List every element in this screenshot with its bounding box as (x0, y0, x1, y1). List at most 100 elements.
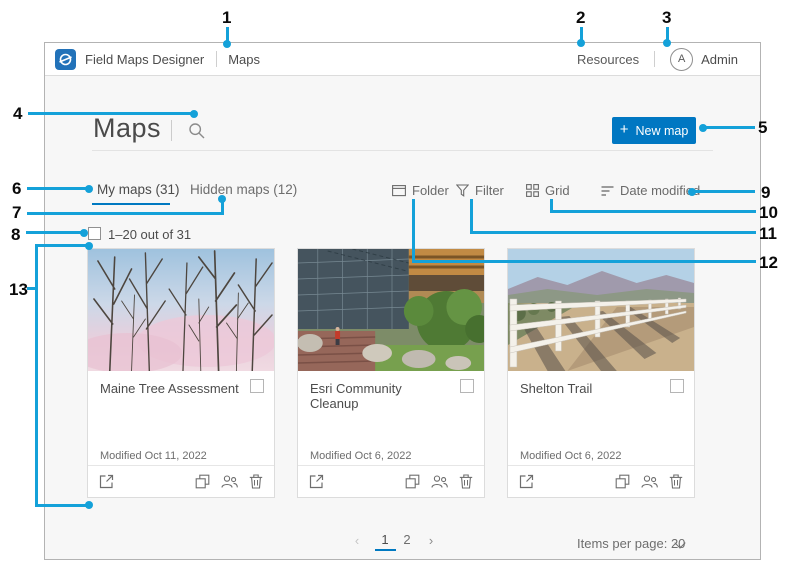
card-title: Shelton Trail (520, 381, 660, 396)
open-map-icon[interactable] (519, 474, 534, 489)
folder-button[interactable]: Folder (392, 183, 449, 198)
share-group-icon[interactable] (641, 474, 658, 489)
callout-dot-8 (80, 229, 88, 237)
title-rule (92, 150, 713, 151)
user-name-label[interactable]: Admin (701, 52, 738, 67)
open-map-icon[interactable] (99, 474, 114, 489)
map-card-esri-community-cleanup[interactable]: Esri Community Cleanup Modified Oct 6, 2… (297, 248, 485, 498)
share-group-icon[interactable] (221, 474, 238, 489)
duplicate-icon[interactable] (405, 474, 420, 489)
callout-dot-6 (85, 185, 93, 193)
delete-icon[interactable] (669, 474, 683, 489)
nav-item-resources[interactable]: Resources (577, 52, 639, 67)
nav-item-maps[interactable]: Maps (228, 52, 260, 67)
callout-line-11b (470, 231, 756, 234)
callout-dot-3 (663, 39, 671, 47)
filter-label: Filter (475, 183, 504, 198)
new-map-button[interactable]: + New map (612, 117, 696, 144)
open-map-icon[interactable] (309, 474, 324, 489)
pagination-page-1[interactable]: 1 (378, 532, 392, 547)
callout-line-11a (470, 199, 473, 234)
grid-label: Grid (545, 183, 570, 198)
delete-icon[interactable] (249, 474, 263, 489)
plus-icon: + (620, 122, 629, 137)
callout-number-12: 12 (759, 254, 778, 271)
share-group-icon[interactable] (431, 474, 448, 489)
header-divider (216, 51, 217, 67)
callout-number-4: 4 (13, 105, 22, 122)
callout-line-13-vertical (35, 244, 38, 507)
select-all-checkbox[interactable] (88, 227, 101, 240)
callout-line-7a (27, 212, 224, 215)
pagination-page-2[interactable]: 2 (400, 532, 414, 547)
card-modified-date: Modified Oct 6, 2022 (310, 450, 412, 462)
selection-summary: 1–20 out of 31 (108, 227, 191, 242)
pagination-next[interactable]: › (424, 533, 438, 548)
callout-dot-4 (190, 110, 198, 118)
callout-number-13: 13 (9, 281, 28, 298)
pagination-active-underline (375, 549, 396, 551)
callout-line-12a (412, 199, 415, 263)
card-footer (508, 465, 694, 497)
pagination-prev[interactable]: ‹ (350, 533, 364, 548)
callout-dot-13-bottom (85, 501, 93, 509)
grid-icon (526, 184, 539, 197)
callout-dot-1 (223, 40, 231, 48)
search-icon[interactable] (188, 122, 206, 140)
filter-icon (456, 184, 469, 197)
duplicate-icon[interactable] (615, 474, 630, 489)
card-checkbox[interactable] (460, 379, 474, 393)
card-title: Maine Tree Assessment (100, 381, 240, 396)
header-divider-right (654, 51, 655, 67)
callout-line-4 (28, 112, 192, 115)
callout-number-5: 5 (758, 119, 767, 136)
active-tab-underline (92, 203, 170, 205)
callout-line-13-bottom (35, 504, 86, 507)
delete-icon[interactable] (459, 474, 473, 489)
esri-logo-icon (55, 49, 76, 70)
callout-line-5 (705, 126, 755, 129)
callout-line-13-top (35, 244, 86, 247)
grid-button[interactable]: Grid (526, 183, 570, 198)
screenshot-canvas: Field Maps Designer Maps Resources A Adm… (0, 0, 804, 562)
card-checkbox[interactable] (250, 379, 264, 393)
title-divider (171, 120, 172, 141)
tab-my-maps[interactable]: My maps (31) (97, 182, 180, 197)
callout-dot-7 (218, 195, 226, 203)
filter-button[interactable]: Filter (456, 183, 504, 198)
card-thumbnail-trail (508, 249, 694, 371)
sort-button[interactable]: Date modified (601, 183, 700, 198)
callout-dot-13-top (85, 242, 93, 250)
callout-number-11: 11 (759, 225, 777, 242)
map-card-maine-tree-assessment[interactable]: Maine Tree Assessment Modified Oct 11, 2… (87, 248, 275, 498)
callout-line-12b (412, 260, 756, 263)
items-per-page-label[interactable]: Items per page: 20 (577, 536, 685, 551)
app-header: Field Maps Designer Maps Resources A Adm… (45, 43, 760, 76)
duplicate-icon[interactable] (195, 474, 210, 489)
card-modified-date: Modified Oct 11, 2022 (100, 450, 207, 462)
new-map-label: New map (635, 124, 688, 138)
callout-number-6: 6 (12, 180, 21, 197)
card-footer (88, 465, 274, 497)
callout-number-9: 9 (761, 184, 770, 201)
sort-icon (601, 185, 614, 197)
avatar[interactable]: A (670, 48, 693, 71)
callout-number-2: 2 (576, 9, 585, 26)
map-card-shelton-trail[interactable]: Shelton Trail Modified Oct 6, 2022 (507, 248, 695, 498)
callout-number-3: 3 (662, 9, 671, 26)
card-title: Esri Community Cleanup (310, 381, 450, 411)
callout-line-10b (550, 210, 756, 213)
callout-number-8: 8 (11, 226, 20, 243)
app-title: Field Maps Designer (85, 52, 204, 67)
callout-line-9 (695, 190, 755, 193)
callout-line-8 (26, 231, 82, 234)
tab-hidden-maps[interactable]: Hidden maps (12) (190, 182, 297, 197)
callout-line-6 (27, 187, 87, 190)
card-footer (298, 465, 484, 497)
page-title: Maps (93, 113, 161, 144)
card-modified-date: Modified Oct 6, 2022 (520, 450, 622, 462)
callout-number-1: 1 (222, 9, 231, 26)
card-checkbox[interactable] (670, 379, 684, 393)
folder-icon (392, 184, 406, 197)
folder-label: Folder (412, 183, 449, 198)
